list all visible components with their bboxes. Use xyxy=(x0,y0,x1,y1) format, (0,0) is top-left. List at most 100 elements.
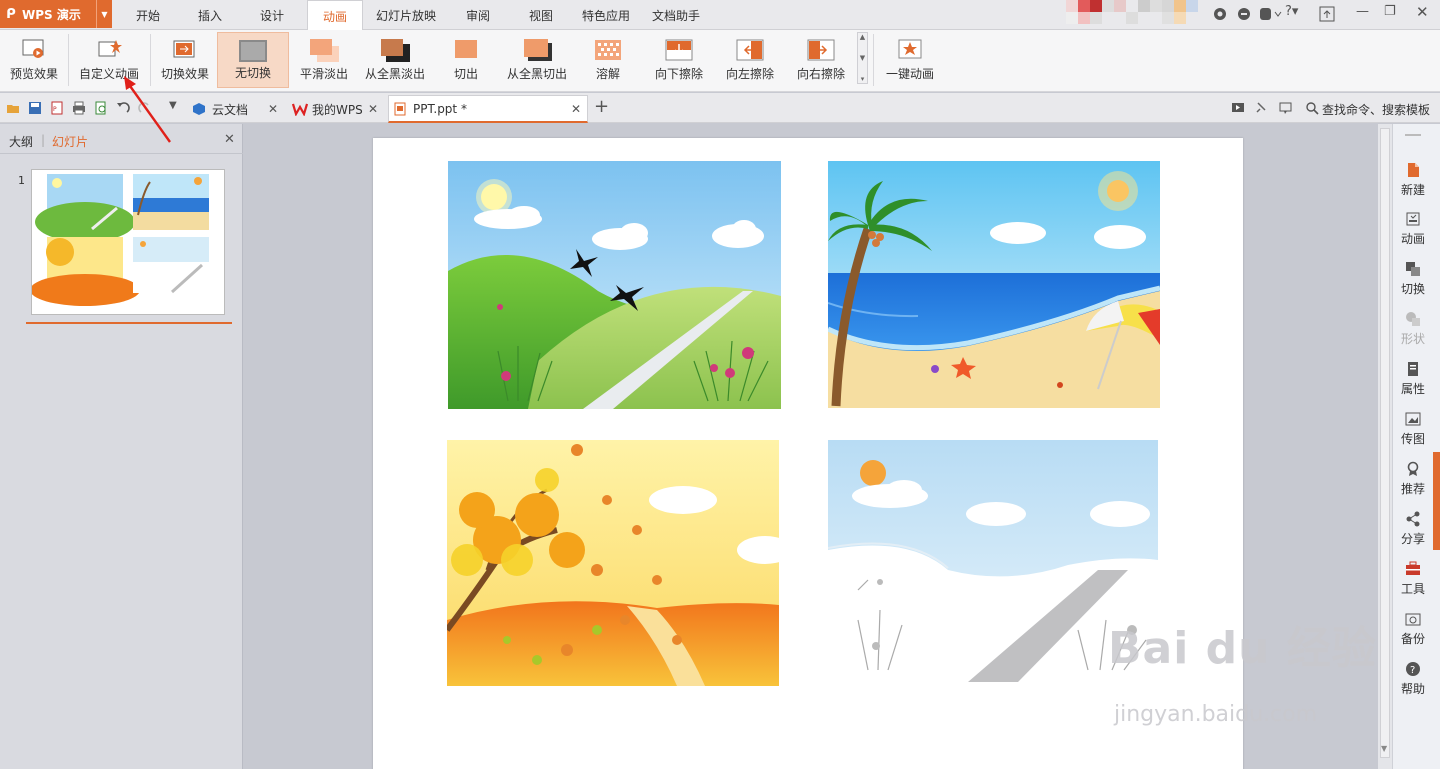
spring-landscape-image[interactable] xyxy=(448,161,781,409)
sidebar-item-transition[interactable]: 切换 xyxy=(1393,261,1433,297)
wipe-left-label: 向左擦除 xyxy=(725,67,774,81)
scrollbar-thumb[interactable] xyxy=(1380,128,1390,758)
menu-insert[interactable]: 插入 xyxy=(184,0,236,30)
menu-home[interactable]: 开始 xyxy=(122,0,174,30)
custom-animation-button[interactable]: 自定义动画 xyxy=(76,32,142,88)
canvas-vertical-scrollbar[interactable]: ▼ xyxy=(1378,124,1392,769)
undo-icon[interactable] xyxy=(116,101,130,115)
feedback-icon[interactable] xyxy=(1260,7,1282,21)
transition-none-button[interactable]: 无切换 xyxy=(217,32,289,88)
switch-effect-button[interactable]: 切换效果 xyxy=(156,32,214,88)
restore-icon[interactable]: ❐ xyxy=(1384,4,1396,19)
scroll-down-icon[interactable]: ▼ xyxy=(860,54,865,62)
menu-doc-assistant[interactable]: 文档助手 xyxy=(645,0,707,30)
settings-icon[interactable] xyxy=(1237,7,1251,21)
one-click-animation-button[interactable]: 一键动画 xyxy=(880,32,940,88)
transition-fade-black-button[interactable]: 从全黑淡出 xyxy=(360,32,430,88)
slideshow-play-icon[interactable] xyxy=(1231,101,1245,115)
format-painter-icon[interactable] xyxy=(1255,101,1269,115)
slide-canvas[interactable] xyxy=(373,138,1243,769)
slide-number: 1 xyxy=(18,174,25,187)
cut-label: 切出 xyxy=(453,67,478,81)
sidebar-grip-icon[interactable] xyxy=(1405,134,1421,138)
sidebar-item-animation[interactable]: 动画 xyxy=(1393,211,1433,247)
tab-divider: | xyxy=(41,133,46,147)
upload-icon[interactable] xyxy=(1319,6,1335,22)
transition-fade-smooth-button[interactable]: 平滑淡出 xyxy=(291,32,357,88)
summer-beach-image[interactable] xyxy=(828,161,1160,408)
shape-icon xyxy=(1406,312,1420,326)
dissolve-icon xyxy=(595,40,621,60)
scroll-down-icon[interactable]: ▼ xyxy=(1381,744,1387,753)
sidebar-item-upload-image[interactable]: 传图 xyxy=(1393,411,1433,447)
wps-w-icon xyxy=(292,103,308,116)
menu-slideshow[interactable]: 幻灯片放映 xyxy=(372,0,440,30)
wipe-down-icon xyxy=(665,39,693,61)
sidebar-item-tools[interactable]: 工具 xyxy=(1393,561,1433,597)
switch-effect-label: 切换效果 xyxy=(160,67,209,81)
transition-none-label: 无切换 xyxy=(234,66,271,80)
ribbon-gallery-scroll[interactable]: ▲ ▼ ▾ xyxy=(857,32,868,84)
menu-animation[interactable]: 动画 xyxy=(307,0,363,31)
gallery-expand-icon[interactable]: ▾ xyxy=(861,75,865,83)
transition-cut-button[interactable]: 切出 xyxy=(436,32,496,88)
tab-ppt-file[interactable]: PPT.ppt * ✕ xyxy=(388,95,588,123)
tab-close-icon[interactable]: ✕ xyxy=(571,102,581,116)
tab-slides[interactable]: 幻灯片 xyxy=(52,133,88,150)
sidebar-item-properties[interactable]: 属性 xyxy=(1393,361,1433,397)
sidebar-label: 备份 xyxy=(1400,632,1425,646)
sidebar-item-share[interactable]: 分享 xyxy=(1393,511,1433,547)
slide-thumbnail-preview xyxy=(30,174,209,306)
tab-my-wps[interactable]: 我的WPS ✕ xyxy=(288,95,384,123)
print-icon[interactable] xyxy=(72,101,86,115)
tab-my-wps-label: 我的WPS xyxy=(312,102,363,117)
skin-icon[interactable] xyxy=(1213,7,1227,21)
new-tab-plus-icon[interactable]: + xyxy=(594,96,609,117)
menu-view[interactable]: 视图 xyxy=(515,0,567,30)
upload-image-icon xyxy=(1405,412,1421,426)
transition-dissolve-button[interactable]: 溶解 xyxy=(580,32,636,88)
scroll-up-icon[interactable]: ▲ xyxy=(860,33,865,41)
sidebar-item-help[interactable]: ? 帮助 xyxy=(1393,661,1433,697)
tab-close-icon[interactable]: ✕ xyxy=(368,102,378,116)
autumn-maple-image[interactable] xyxy=(447,440,779,686)
menu-design[interactable]: 设计 xyxy=(246,0,298,30)
open-folder-icon[interactable] xyxy=(6,101,20,115)
blurred-user-area xyxy=(1066,0,1198,24)
chevron-down-icon[interactable]: ▼ xyxy=(96,0,112,28)
tab-close-icon[interactable]: ✕ xyxy=(268,102,278,116)
wipe-right-icon xyxy=(807,39,835,61)
menu-review[interactable]: 审阅 xyxy=(452,0,504,30)
recommend-icon xyxy=(1407,461,1419,476)
sidebar-item-backup[interactable]: 备份 xyxy=(1393,611,1433,647)
wipe-right-button[interactable]: 向右擦除 xyxy=(791,32,851,88)
save-icon[interactable] xyxy=(28,101,42,115)
sidebar-label: 动画 xyxy=(1400,232,1425,246)
transition-cut-black-button[interactable]: 从全黑切出 xyxy=(502,32,572,88)
print-preview-icon[interactable] xyxy=(94,101,108,115)
close-icon[interactable]: ✕ xyxy=(1416,3,1429,21)
sidebar-collapse-handle[interactable] xyxy=(1433,452,1440,550)
search-command-label[interactable]: 查找命令、搜索模板 xyxy=(1322,101,1430,118)
menu-special[interactable]: 特色应用 xyxy=(578,0,634,30)
preview-effect-button[interactable]: 预览效果 xyxy=(4,32,64,88)
search-icon[interactable] xyxy=(1305,101,1319,115)
app-logo-button[interactable]: ᑭ WPS 演示 ▼ xyxy=(0,0,112,28)
comment-icon[interactable] xyxy=(1279,101,1293,115)
sidebar-item-new[interactable]: 新建 xyxy=(1393,162,1433,198)
redo-icon[interactable] xyxy=(138,101,152,115)
slide-thumbnail[interactable] xyxy=(30,169,225,315)
tab-outline[interactable]: 大纲 xyxy=(9,133,33,150)
panel-close-icon[interactable]: ✕ xyxy=(224,132,235,147)
winter-snow-image[interactable] xyxy=(828,440,1158,682)
minimize-icon[interactable]: — xyxy=(1356,4,1369,19)
tab-cloud-docs[interactable]: 云文档 ✕ xyxy=(188,95,284,123)
export-pdf-icon[interactable]: P xyxy=(50,101,64,115)
help-dropdown-icon[interactable]: ?▾ xyxy=(1285,4,1298,19)
quick-access-dropdown-icon[interactable]: ▼ xyxy=(169,100,177,111)
wipe-left-button[interactable]: 向左擦除 xyxy=(720,32,780,88)
sidebar-item-recommend[interactable]: 推荐 xyxy=(1393,461,1433,497)
custom-animation-icon xyxy=(98,40,122,57)
wipe-down-button[interactable]: 向下擦除 xyxy=(648,32,710,88)
backup-icon xyxy=(1405,613,1421,626)
